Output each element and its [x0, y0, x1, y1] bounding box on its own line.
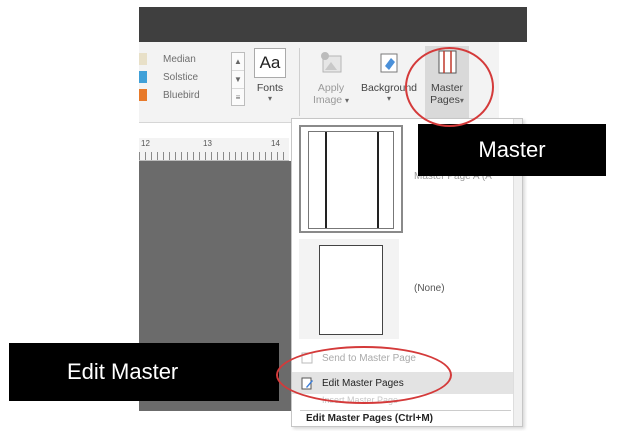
ribbon-divider	[299, 48, 300, 116]
edit-master-highlight-ring	[276, 346, 452, 404]
page-preview	[308, 131, 394, 229]
screenshot-stage: Median Solstice Bluebird ▲ ▼ ≡ Aa Fonts …	[0, 0, 621, 431]
apply-image-icon	[317, 48, 345, 76]
apply-image-button[interactable]: Apply Image ▾	[311, 48, 351, 106]
scheme-item-solstice[interactable]: Solstice	[139, 68, 231, 86]
gallery-scroll-buttons: ▲ ▼ ≡	[231, 52, 245, 106]
chevron-down-icon: ▾	[267, 94, 272, 103]
none-master-thumbnail[interactable]	[299, 239, 399, 339]
title-bar	[139, 7, 527, 42]
ruler-mark: 12	[141, 139, 150, 148]
master-callout: Master	[418, 124, 606, 176]
scheme-swatch	[139, 53, 147, 65]
edit-master-callout: Edit Master	[9, 343, 279, 401]
gallery-more-icon[interactable]: ≡	[232, 89, 244, 106]
scheme-label: Median	[163, 53, 196, 65]
fonts-button[interactable]: Aa Fonts ▾	[251, 48, 289, 103]
fonts-icon: Aa	[254, 48, 286, 78]
guide-line	[377, 132, 379, 228]
ruler-mark: 13	[203, 139, 212, 148]
edit-master-tooltip: Edit Master Pages (Ctrl+M)	[300, 410, 511, 427]
apply-image-label: Apply	[317, 82, 345, 94]
scheme-label: Bluebird	[163, 89, 200, 101]
apply-image-label-line2: Image ▾	[312, 94, 350, 106]
scheme-label: Solstice	[163, 71, 199, 83]
gallery-scroll-down[interactable]: ▼	[232, 71, 244, 89]
page-preview	[319, 245, 383, 335]
fonts-label: Fonts	[256, 82, 284, 94]
master-page-a-thumbnail[interactable]	[299, 125, 403, 233]
horizontal-ruler: 12 13 14	[139, 138, 289, 161]
scheme-swatch	[139, 71, 147, 83]
color-scheme-gallery[interactable]: Median Solstice Bluebird	[139, 50, 231, 104]
none-master-label: (None)	[414, 283, 445, 294]
guide-line	[325, 132, 327, 228]
ruler-mark: 14	[271, 139, 280, 148]
scheme-swatch	[139, 89, 147, 101]
scheme-item-bluebird[interactable]: Bluebird	[139, 86, 231, 104]
background-icon	[375, 48, 403, 76]
scheme-item-median[interactable]: Median	[139, 50, 231, 68]
gallery-scroll-up[interactable]: ▲	[232, 53, 244, 71]
ruler-ticks	[139, 152, 289, 160]
master-highlight-ring	[405, 47, 494, 127]
